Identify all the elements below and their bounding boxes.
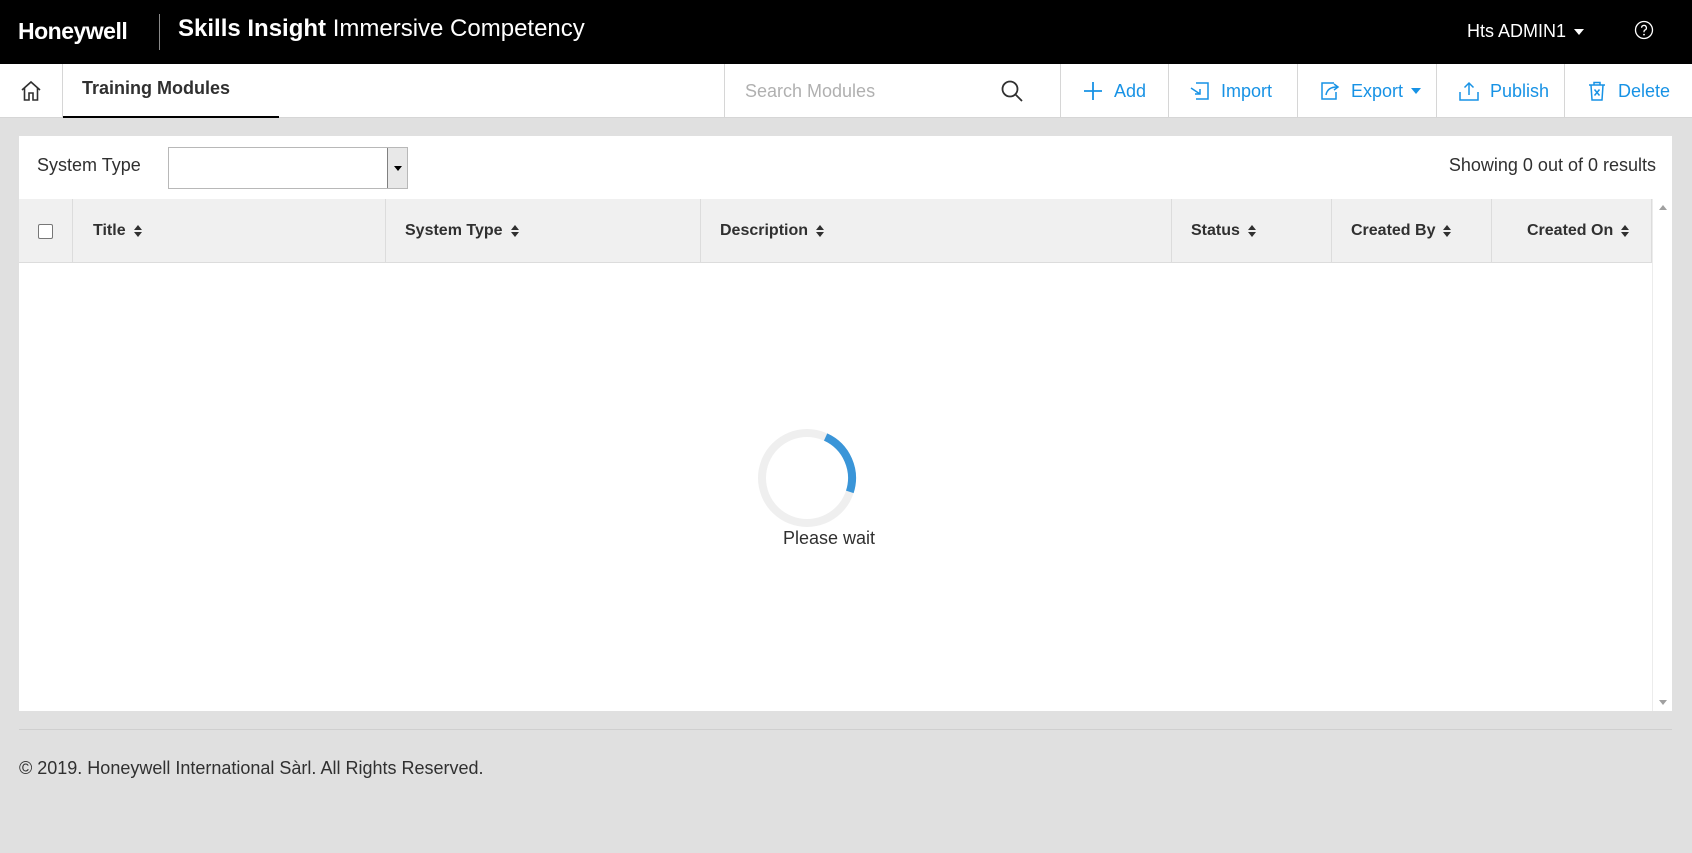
sort-icon — [1247, 225, 1256, 237]
column-header-label: Title — [93, 222, 126, 239]
home-button[interactable] — [0, 64, 63, 118]
app-header: Honeywell Skills Insight Immersive Compe… — [0, 0, 1692, 64]
toolbar-divider — [1436, 64, 1437, 118]
add-button[interactable]: Add — [1082, 64, 1146, 118]
question-circle-icon[interactable] — [1634, 20, 1654, 40]
import-button[interactable]: Import — [1189, 64, 1272, 118]
chevron-down-icon[interactable] — [387, 148, 407, 188]
column-header-status[interactable]: Status — [1172, 199, 1332, 263]
column-header-label: Created By — [1351, 222, 1436, 239]
plus-icon — [1084, 82, 1102, 100]
search-icon[interactable] — [1000, 79, 1024, 103]
loading-spinner-icon — [758, 429, 856, 527]
trash-icon — [1589, 81, 1605, 101]
search-input[interactable] — [745, 76, 995, 106]
column-header-label: Description — [720, 222, 809, 239]
toolbar-divider — [1564, 64, 1565, 118]
footer-divider — [19, 729, 1672, 730]
user-name: Hts ADMIN1 — [1467, 21, 1567, 41]
system-type-select[interactable] — [168, 147, 408, 189]
chevron-down-icon — [1574, 28, 1585, 35]
add-label: Add — [1114, 80, 1147, 101]
sort-icon — [510, 225, 519, 237]
import-icon — [1190, 82, 1209, 100]
home-icon — [21, 80, 41, 101]
sort-icon — [816, 225, 825, 237]
column-header-title[interactable]: Title — [73, 199, 386, 263]
sort-icon — [1443, 225, 1452, 237]
upload-icon — [1459, 81, 1479, 101]
chevron-down-icon — [1411, 88, 1422, 94]
import-label: Import — [1221, 80, 1273, 101]
toolbar: Training Modules Add Import Export — [0, 64, 1692, 118]
column-header-description[interactable]: Description — [701, 199, 1172, 263]
column-header-label: System Type — [405, 222, 503, 239]
user-menu[interactable]: Hts ADMIN1 — [1467, 21, 1585, 42]
toolbar-divider — [1297, 64, 1298, 118]
delete-button[interactable]: Delete — [1586, 64, 1670, 118]
results-count: Showing 0 out of 0 results — [1448, 155, 1656, 175]
column-header-label: Created On — [1527, 222, 1614, 239]
publish-label: Publish — [1490, 80, 1550, 101]
footer-copyright: © 2019. Honeywell International Sàrl. Al… — [19, 758, 484, 778]
honeywell-logo: Honeywell — [18, 18, 128, 44]
loading-text: Please wait — [782, 528, 876, 548]
system-type-filter-label: System Type — [37, 155, 141, 175]
column-header-created-by[interactable]: Created By — [1332, 199, 1492, 263]
app-title-light: Immersive Competency — [332, 15, 585, 42]
sort-icon — [133, 225, 142, 237]
column-header-system-type[interactable]: System Type — [386, 199, 701, 263]
app-title-bold: Skills Insight — [178, 15, 327, 42]
export-label: Export — [1351, 80, 1404, 101]
select-all-cell — [19, 199, 73, 263]
header-divider — [159, 14, 160, 50]
toolbar-divider — [1168, 64, 1169, 118]
scroll-down-icon[interactable] — [1659, 700, 1667, 705]
scroll-up-icon[interactable] — [1659, 205, 1667, 210]
delete-label: Delete — [1618, 80, 1671, 101]
page-title: Training Modules — [82, 78, 231, 98]
export-icon — [1321, 82, 1340, 100]
select-all-checkbox[interactable] — [38, 223, 53, 239]
table-header: Title System Type Description Status Cre… — [19, 199, 1652, 263]
modules-panel: System Type Showing 0 out of 0 results T… — [19, 136, 1672, 711]
app-title: Skills Insight Immersive Competency — [178, 15, 585, 43]
column-header-created-on[interactable]: Created On — [1492, 199, 1652, 263]
active-tab-indicator — [63, 116, 279, 118]
table-scrollbar[interactable] — [1652, 199, 1672, 711]
column-header-label: Status — [1191, 222, 1240, 239]
publish-button[interactable]: Publish — [1458, 64, 1549, 118]
sort-icon — [1621, 225, 1630, 237]
export-button[interactable]: Export — [1319, 64, 1422, 118]
